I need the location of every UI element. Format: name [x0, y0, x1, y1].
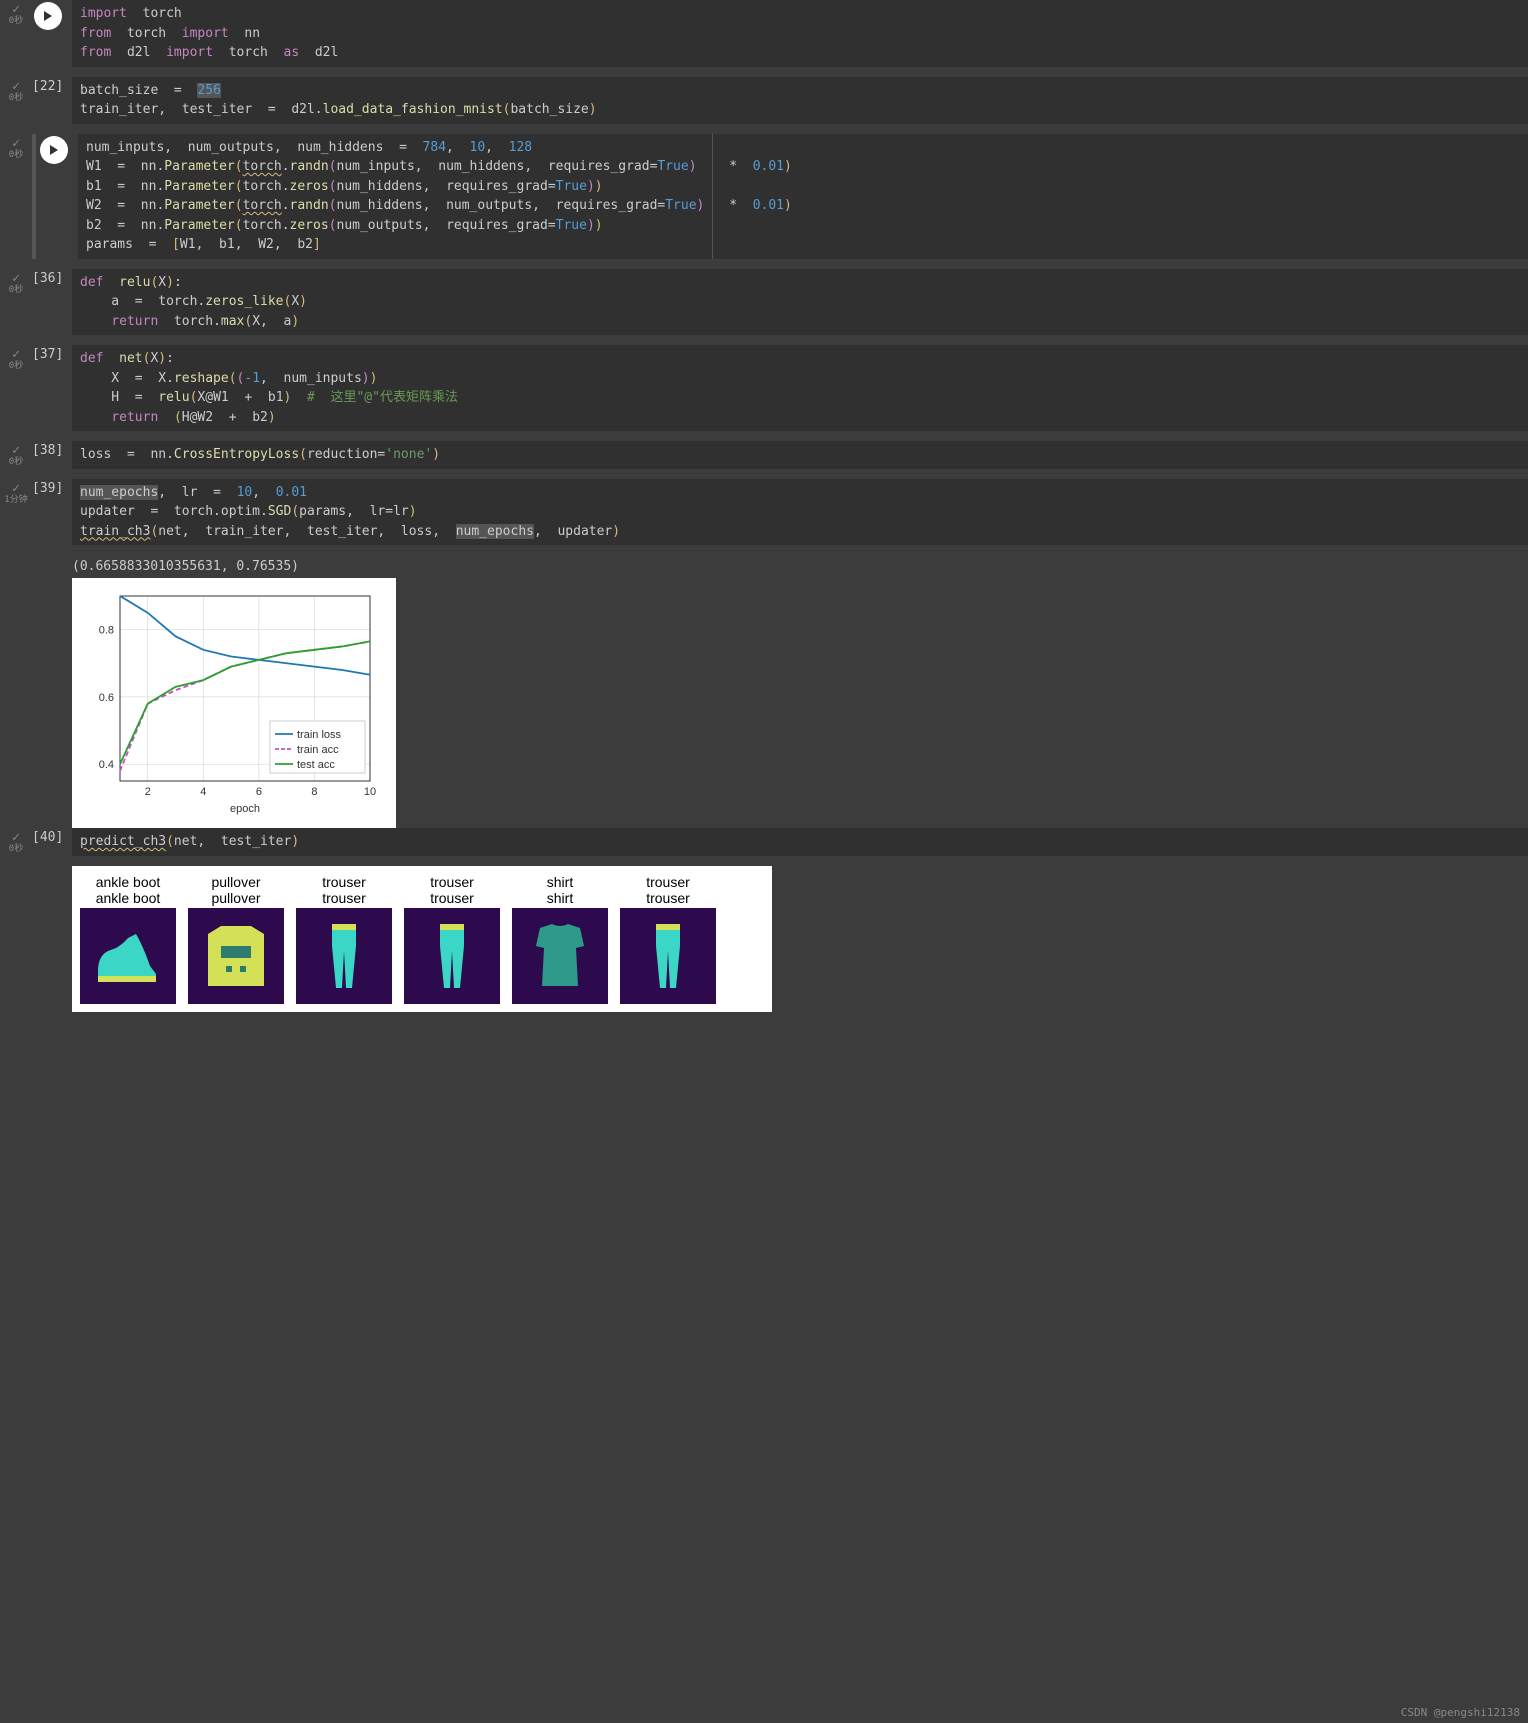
code-editor[interactable]: predict_ch3(net, test_iter)	[72, 828, 1528, 856]
exec-timer: 0秒	[0, 93, 32, 104]
exec-count: [38]	[32, 441, 72, 469]
svg-text:train acc: train acc	[297, 744, 339, 756]
exec-timer: 0秒	[0, 457, 32, 468]
notebook-cell: ✓0秒 num_inputs, num_outputs, num_hiddens …	[0, 134, 1528, 259]
exec-count: [37]	[32, 345, 72, 431]
check-icon: ✓	[0, 444, 32, 457]
predicted-label: trouser	[404, 874, 500, 890]
cell-status-gutter: ✓0秒	[0, 77, 32, 124]
check-icon: ✓	[0, 80, 32, 93]
notebook-cell: ✓1分钟[39]num_epochs, lr = 10, 0.01 update…	[0, 479, 1528, 546]
svg-text:epoch: epoch	[230, 803, 260, 815]
prediction-output: ankle boot ankle boot pullover pullover …	[72, 866, 772, 1012]
prediction-item: shirt shirt	[512, 874, 608, 1004]
notebook-cell: ✓0秒 import torch from torch import nn fro…	[0, 0, 1528, 67]
svg-text:6: 6	[256, 786, 262, 798]
code-editor[interactable]: def net(X): X = X.reshape((-1, num_input…	[72, 345, 1528, 431]
run-cell-button[interactable]	[40, 136, 68, 164]
check-icon: ✓	[0, 831, 32, 844]
true-label: trouser	[296, 890, 392, 906]
exec-count: [36]	[32, 269, 72, 336]
fashion-thumbnail	[620, 908, 716, 1004]
predicted-label: trouser	[620, 874, 716, 890]
true-label: trouser	[620, 890, 716, 906]
fashion-thumbnail	[296, 908, 392, 1004]
cell-output-text: (0.6658833010355631, 0.76535)	[72, 555, 1528, 578]
chart-output: 2 4 6 8 10 0.4 0.6 0.8 epoch train loss train acc t…	[72, 578, 396, 828]
notebook-cell: ✓0秒[36]def relu(X): a = torch.zeros_like…	[0, 269, 1528, 336]
exec-count: [40]	[32, 828, 72, 856]
training-chart: 2 4 6 8 10 0.4 0.6 0.8 epoch train loss train acc t…	[80, 586, 380, 816]
true-label: trouser	[404, 890, 500, 906]
cell-status-gutter: ✓0秒	[0, 441, 32, 469]
predicted-label: trouser	[296, 874, 392, 890]
svg-text:0.4: 0.4	[99, 759, 114, 771]
code-editor[interactable]: num_inputs, num_outputs, num_hiddens = 7…	[78, 134, 1528, 259]
cell-status-gutter: ✓0秒	[0, 345, 32, 431]
cell-status-gutter: ✓0秒	[0, 0, 32, 67]
predicted-label: ankle boot	[80, 874, 176, 890]
predicted-label: pullover	[188, 874, 284, 890]
exec-timer: 0秒	[0, 16, 32, 27]
exec-timer: 0秒	[0, 285, 32, 296]
prediction-item: ankle boot ankle boot	[80, 874, 176, 1004]
active-cell-indicator	[32, 134, 36, 259]
fashion-thumbnail	[188, 908, 284, 1004]
exec-count: [39]	[32, 479, 72, 546]
prediction-item: pullover pullover	[188, 874, 284, 1004]
check-icon: ✓	[0, 272, 32, 285]
exec-timer: 0秒	[0, 844, 32, 855]
cell-status-gutter: ✓0秒	[0, 134, 32, 259]
exec-count	[38, 134, 78, 259]
true-label: ankle boot	[80, 890, 176, 906]
notebook-cell: ✓0秒[40]predict_ch3(net, test_iter)	[0, 828, 1528, 856]
notebook-cell: ✓0秒[37]def net(X): X = X.reshape((-1, nu…	[0, 345, 1528, 431]
svg-text:2: 2	[145, 786, 151, 798]
notebook-cell: ✓0秒[22]batch_size = 256 train_iter, test…	[0, 77, 1528, 124]
svg-text:4: 4	[200, 786, 206, 798]
watermark: CSDN @pengshi12138	[1401, 1706, 1520, 1719]
cell-status-gutter: ✓0秒	[0, 828, 32, 856]
exec-timer: 0秒	[0, 361, 32, 372]
fashion-thumbnail	[512, 908, 608, 1004]
svg-text:0.6: 0.6	[99, 692, 114, 704]
cell-status-gutter: ✓0秒	[0, 269, 32, 336]
check-icon: ✓	[0, 3, 32, 16]
prediction-item: trouser trouser	[404, 874, 500, 1004]
exec-timer: 0秒	[0, 150, 32, 161]
check-icon: ✓	[0, 348, 32, 361]
fashion-thumbnail	[80, 908, 176, 1004]
svg-text:test acc: test acc	[297, 759, 335, 771]
exec-count	[32, 0, 72, 67]
code-editor[interactable]: loss = nn.CrossEntropyLoss(reduction='no…	[72, 441, 1528, 469]
code-editor[interactable]: def relu(X): a = torch.zeros_like(X) ret…	[72, 269, 1528, 336]
true-label: shirt	[512, 890, 608, 906]
prediction-item: trouser trouser	[620, 874, 716, 1004]
exec-count: [22]	[32, 77, 72, 124]
svg-text:10: 10	[364, 786, 376, 798]
code-editor[interactable]: batch_size = 256 train_iter, test_iter =…	[72, 77, 1528, 124]
prediction-item: trouser trouser	[296, 874, 392, 1004]
notebook-cell: ✓0秒[38]loss = nn.CrossEntropyLoss(reduct…	[0, 441, 1528, 469]
svg-text:0.8: 0.8	[99, 625, 114, 637]
svg-text:8: 8	[311, 786, 317, 798]
code-editor[interactable]: import torch from torch import nn from d…	[72, 0, 1528, 67]
svg-text:train loss: train loss	[297, 729, 342, 741]
fashion-thumbnail	[404, 908, 500, 1004]
exec-timer: 1分钟	[0, 495, 32, 506]
check-icon: ✓	[0, 137, 32, 150]
check-icon: ✓	[0, 482, 32, 495]
true-label: pullover	[188, 890, 284, 906]
run-cell-button[interactable]	[34, 2, 62, 30]
code-editor[interactable]: num_epochs, lr = 10, 0.01 updater = torc…	[72, 479, 1528, 546]
cell-status-gutter: ✓1分钟	[0, 479, 32, 546]
predicted-label: shirt	[512, 874, 608, 890]
